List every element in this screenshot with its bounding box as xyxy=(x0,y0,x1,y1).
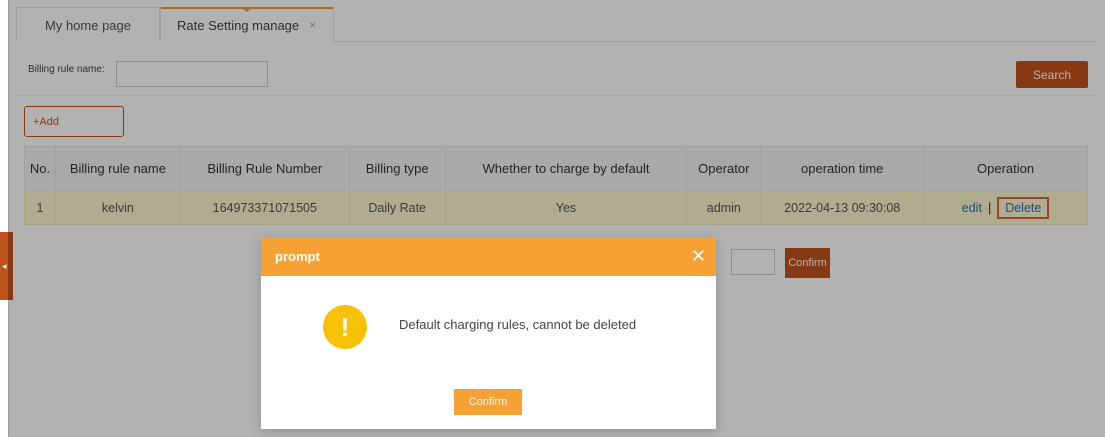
warning-icon: ! xyxy=(323,305,367,349)
dialog-title: prompt xyxy=(275,249,320,264)
dialog-confirm-button[interactable]: Confirm xyxy=(454,389,522,415)
prompt-dialog: prompt ✕ ! Default charging rules, canno… xyxy=(261,237,716,429)
dialog-message: Default charging rules, cannot be delete… xyxy=(399,317,637,332)
close-icon[interactable]: ✕ xyxy=(691,246,706,267)
dialog-header: prompt ✕ xyxy=(261,237,716,276)
